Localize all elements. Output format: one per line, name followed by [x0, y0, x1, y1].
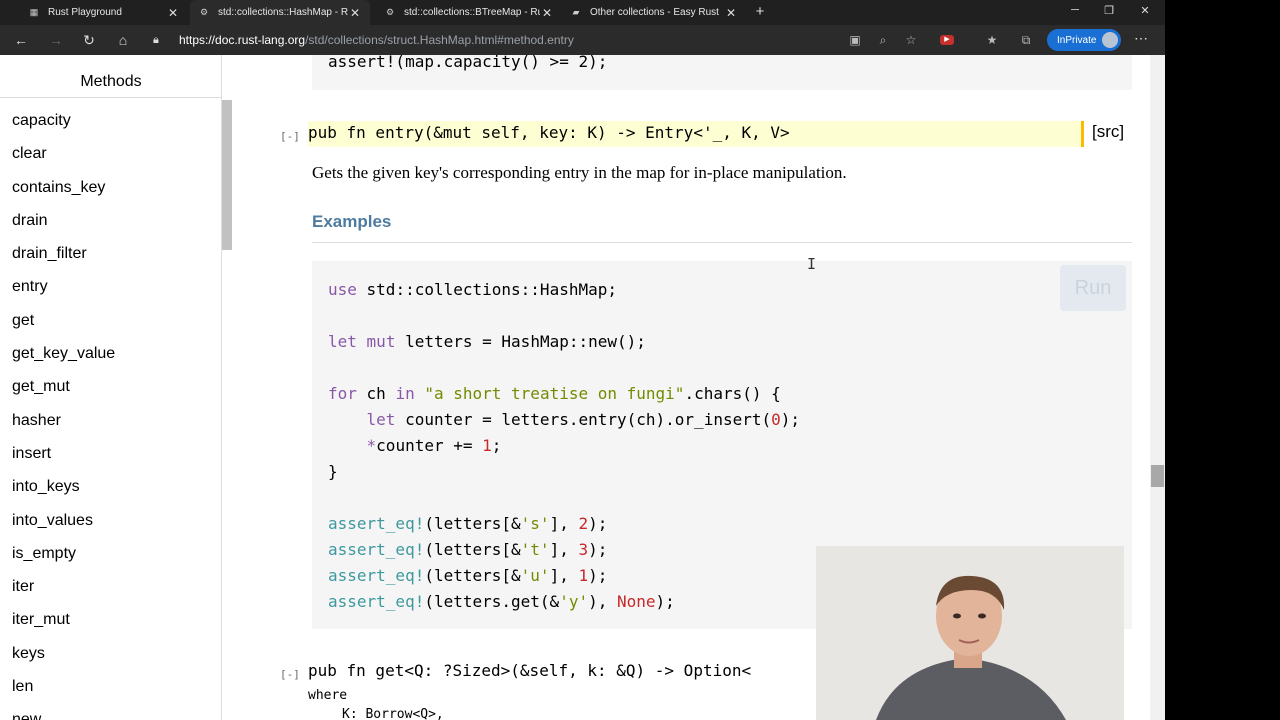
sidebar-item-len[interactable]: len [0, 670, 221, 703]
avatar [1102, 32, 1118, 48]
inprivate-badge[interactable]: InPrivate [1047, 29, 1121, 51]
tab-label: std::collections::HashMap - Rust [218, 7, 348, 18]
forward-icon[interactable]: → [47, 31, 65, 49]
sidebar-item-into-keys[interactable]: into_keys [0, 470, 221, 503]
get-signature: pub fn get<Q: ?Sized>(&self, k: &Q) -> O… [308, 661, 752, 680]
webcam-overlay [816, 546, 1124, 720]
minimize-icon[interactable]: ─ [1067, 4, 1083, 16]
sidebar-item-new[interactable]: new [0, 703, 221, 720]
sidebar-item-keys[interactable]: keys [0, 637, 221, 670]
run-button[interactable]: Run [1060, 265, 1126, 311]
zoom-icon[interactable]: ⌕ [875, 32, 891, 48]
method-entry-row: [-] pub fn entry(&mut self, key: K) -> E… [232, 121, 1150, 151]
sidebar-item-contains-key[interactable]: contains_key [0, 171, 221, 204]
sidebar-item-clear[interactable]: clear [0, 137, 221, 170]
extension-icon[interactable]: ▶ [940, 35, 954, 45]
close-window-icon[interactable]: ✕ [1137, 4, 1153, 17]
close-icon[interactable]: ✕ [166, 6, 180, 20]
code-line: assert_eq!(letters[&'t'], 3); [328, 540, 608, 559]
inprivate-label: InPrivate [1057, 34, 1097, 46]
new-tab-button[interactable]: + [751, 3, 769, 21]
sidebar-title: Methods [0, 65, 221, 98]
book-icon: ▰ [572, 7, 580, 17]
collapse-toggle[interactable]: [-] [280, 668, 300, 681]
sidebar-item-is-empty[interactable]: is_empty [0, 537, 221, 570]
url-path: /std/collections/struct.HashMap.html#met… [305, 33, 574, 47]
code-line: let counter = letters.entry(ch).or_inser… [366, 410, 801, 429]
code-line: assert_eq!(letters[&'s'], 2); [328, 514, 608, 533]
code-line: for ch in "a short treatise on fungi".ch… [328, 384, 781, 403]
src-link[interactable]: [src] [1092, 122, 1124, 142]
close-icon[interactable]: ✕ [724, 6, 738, 20]
refresh-icon[interactable]: ↻ [80, 31, 98, 49]
sidebar-item-hasher[interactable]: hasher [0, 404, 221, 437]
tab-btreemap[interactable]: ⚙ std::collections::BTreeMap - Rust ✕ [376, 0, 562, 25]
tab-label: std::collections::BTreeMap - Rust [404, 7, 540, 18]
sidebar-scrollbar[interactable] [222, 100, 232, 250]
sidebar-item-get[interactable]: get [0, 304, 221, 337]
entry-description: Gets the given key's corresponding entry… [312, 163, 847, 182]
rust-icon: ⚙ [385, 7, 395, 17]
close-icon[interactable]: ✕ [540, 6, 554, 20]
examples-heading[interactable]: Examples [312, 212, 391, 232]
methods-list: capacity clear contains_key drain drain_… [0, 104, 221, 720]
sidebar-item-entry[interactable]: entry [0, 270, 221, 303]
code-block-capacity: assert!(map.capacity() >= 2); [312, 55, 1132, 90]
divider [312, 242, 1132, 243]
sidebar-item-iter-mut[interactable]: iter_mut [0, 603, 221, 636]
restore-icon[interactable]: ❐ [1101, 4, 1117, 17]
code-line: use std::collections::HashMap; [328, 280, 617, 299]
code-line: } [328, 462, 338, 481]
collapse-toggle[interactable]: [-] [280, 130, 300, 143]
sidebar-item-drain-filter[interactable]: drain_filter [0, 237, 221, 270]
add-favorite-icon[interactable]: ☆ [903, 32, 919, 48]
sidebar-item-iter[interactable]: iter [0, 570, 221, 603]
screen-edge [1165, 0, 1280, 720]
sidebar-item-get-mut[interactable]: get_mut [0, 370, 221, 403]
sidebar-item-drain[interactable]: drain [0, 204, 221, 237]
more-icon[interactable]: ⋯ [1134, 30, 1148, 47]
text-cursor-icon: I [807, 255, 817, 273]
sidebar: Methods capacity clear contains_key drai… [0, 55, 222, 720]
code-line: assert_eq!(letters[&'u'], 1); [328, 566, 608, 585]
presenter-video [816, 546, 1124, 720]
sidebar-item-insert[interactable]: insert [0, 437, 221, 470]
sidebar-item-capacity[interactable]: capacity [0, 104, 221, 137]
code-line: assert!(map.capacity() >= 2); [328, 55, 608, 71]
where-clause: where [308, 688, 348, 703]
code-line: assert_eq!(letters.get(&'y'), None); [328, 592, 675, 611]
reader-icon[interactable]: ▣ [847, 32, 863, 48]
collections-icon[interactable]: ⧉ [1018, 32, 1034, 48]
tab-label: Rust Playground [48, 7, 122, 18]
lock-icon[interactable]: 🔒︎ [153, 34, 167, 47]
url-host: https://doc.rust-lang.org [179, 33, 306, 47]
tab-easy-rust[interactable]: ▰ Other collections - Easy Rust ✕ [562, 0, 746, 25]
tab-label: Other collections - Easy Rust [590, 7, 719, 18]
address-bar[interactable]: 🔒︎ https://doc.rust-lang.org /std/collec… [153, 29, 863, 51]
sidebar-item-get-key-value[interactable]: get_key_value [0, 337, 221, 370]
code-line: let mut letters = HashMap::new(); [328, 332, 646, 351]
page-scrollbar[interactable] [1150, 55, 1165, 720]
tab-bar: ▦ Rust Playground ✕ ⚙ std::collections::… [0, 0, 1165, 25]
scrollbar-thumb[interactable] [1151, 465, 1164, 487]
tab-rust-playground[interactable]: ▦ Rust Playground ✕ [20, 0, 188, 25]
where-bound: K: Borrow<Q>, [342, 707, 444, 720]
code-line: *counter += 1; [366, 436, 502, 455]
rust-icon: ⚙ [199, 7, 209, 17]
rust-playground-icon: ▦ [29, 7, 39, 17]
sidebar-item-into-values[interactable]: into_values [0, 504, 221, 537]
entry-signature: pub fn entry(&mut self, key: K) -> Entry… [308, 123, 790, 142]
nav-bar: ← → ↻ ⌂ 🔒︎ https://doc.rust-lang.org /st… [0, 25, 1165, 55]
home-icon[interactable]: ⌂ [114, 31, 132, 49]
favorites-icon[interactable]: ★ [984, 32, 1000, 48]
close-icon[interactable]: ✕ [348, 6, 362, 20]
back-icon[interactable]: ← [12, 31, 30, 49]
tab-hashmap[interactable]: ⚙ std::collections::HashMap - Rust ✕ [190, 0, 370, 25]
